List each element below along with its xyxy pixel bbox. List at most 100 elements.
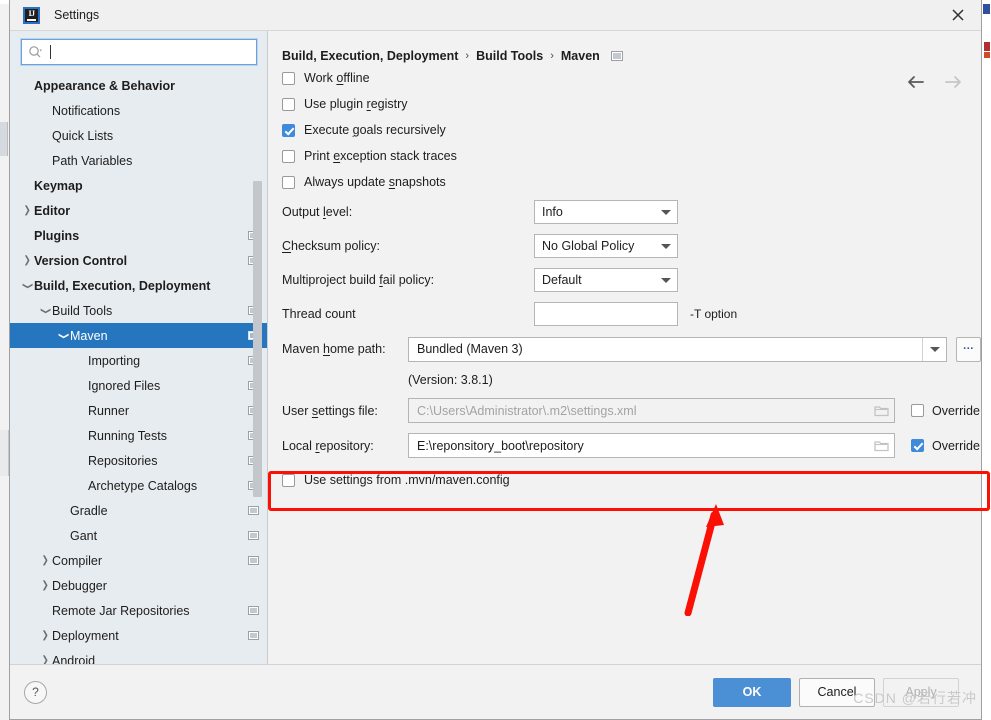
chevron-right-icon[interactable]: ❯	[20, 255, 34, 266]
sidebar-item-path-variables[interactable]: Path Variables	[10, 148, 267, 173]
sidebar-item-label: Android	[52, 653, 96, 665]
intellij-logo-text: IJ	[28, 9, 35, 18]
sidebar-item-quick-lists[interactable]: Quick Lists	[10, 123, 267, 148]
checkbox-label-post: oals recursively	[359, 123, 446, 137]
thread-count-input[interactable]	[534, 302, 678, 326]
apply-button: Apply	[883, 677, 959, 707]
chevron-right-icon[interactable]: ❯	[38, 630, 52, 641]
sidebar-item-remote-jar-repositories[interactable]: Remote Jar Repositories	[10, 598, 267, 623]
checksum-policy-select[interactable]: No Global Policy	[534, 234, 678, 258]
checkbox-row-execute-goals-recursively[interactable]: Execute goals recursively	[268, 117, 981, 143]
help-button[interactable]: ?	[24, 680, 47, 704]
chevron-right-icon[interactable]: ❯	[38, 655, 52, 664]
sidebar-item-debugger[interactable]: ❯ Debugger	[10, 573, 267, 598]
maven-home-browse-button[interactable]: ...	[956, 336, 981, 362]
breadcrumb-separator-2: ›	[550, 50, 554, 62]
user-settings-file-field[interactable]: C:\Users\Administrator\.m2\settings.xml	[408, 398, 895, 423]
footer-button-group: OK Cancel Apply	[713, 677, 959, 707]
sidebar-item-version-control[interactable]: ❯ Version Control	[10, 248, 267, 273]
sidebar-item-build-execution-deployment[interactable]: ❯ Build, Execution, Deployment	[10, 273, 267, 298]
checkbox-row-always-update-snapshots[interactable]: Always update snapshots	[268, 169, 981, 195]
sidebar-item-label: Running Tests	[88, 428, 167, 443]
sidebar-item-android[interactable]: ❯ Android	[10, 648, 267, 665]
user-settings-override-checkbox[interactable]	[911, 404, 924, 417]
multiproject-value: Default	[542, 273, 582, 287]
sidebar-item-keymap[interactable]: Keymap	[10, 173, 267, 198]
maven-home-path-select[interactable]: Bundled (Maven 3)	[408, 336, 947, 362]
sidebar-item-archetype-catalogs[interactable]: Archetype Catalogs	[10, 473, 267, 498]
checkbox-row-work-offline[interactable]: Work offline	[268, 65, 981, 91]
sidebar-item-label: Archetype Catalogs	[88, 478, 198, 493]
back-button[interactable]	[906, 75, 926, 89]
breadcrumb-part-3[interactable]: Maven	[561, 49, 600, 63]
sidebar-item-label: Repositories	[88, 453, 158, 468]
background-marker-blue	[983, 4, 990, 14]
checkbox-work-offline[interactable]	[282, 71, 295, 85]
chevron-down-icon[interactable]: ❯	[20, 281, 34, 291]
ok-button[interactable]: OK	[713, 677, 791, 707]
chevron-down-icon[interactable]: ❯	[56, 331, 70, 341]
multiproject-fail-policy-select[interactable]: Default	[534, 268, 678, 292]
checkbox-execute-goals-recursively[interactable]	[282, 123, 295, 137]
sidebar-item-deployment[interactable]: ❯ Deployment	[10, 623, 267, 648]
forward-button[interactable]	[943, 75, 963, 89]
cancel-button[interactable]: Cancel	[799, 677, 875, 707]
breadcrumb-separator-1: ›	[465, 50, 470, 62]
local-repository-override-toggle[interactable]: Override	[911, 439, 980, 453]
local-repository-override-checkbox[interactable]	[911, 439, 924, 452]
checkbox-label-mnemonic: g	[352, 123, 360, 137]
user-settings-override-toggle[interactable]: Override	[911, 404, 980, 418]
sidebar-item-repositories[interactable]: Repositories	[10, 448, 267, 473]
sidebar-item-ignored-files[interactable]: Ignored Files	[10, 373, 267, 398]
chevron-right-icon[interactable]: ❯	[38, 580, 52, 591]
search-box[interactable]	[20, 38, 258, 66]
search-input[interactable]	[51, 43, 250, 61]
settings-dialog-screen: IJ Settings Appearance & Behavior Notifi…	[0, 0, 991, 720]
local-repository-browse-button[interactable]	[868, 434, 894, 457]
mvn-config-label: Use settings from .mvn/maven.config	[304, 473, 510, 487]
sidebar-scrollbar[interactable]	[253, 181, 262, 497]
chevron-down-icon[interactable]: ❯	[38, 306, 52, 316]
chevron-right-icon[interactable]: ❯	[38, 555, 52, 566]
user-settings-override-label: Override	[932, 403, 980, 418]
breadcrumb-part-2[interactable]: Build Tools	[476, 49, 543, 63]
sidebar-item-appearance-behavior[interactable]: Appearance & Behavior	[10, 73, 267, 98]
sidebar-item-label: Compiler	[52, 553, 103, 568]
checkbox-label-use-plugin-registry: Use plugin registry	[304, 97, 408, 111]
sidebar-item-gant[interactable]: Gant	[10, 523, 267, 548]
multiproject-fail-policy-row: Multiproject build fail policy: Default	[268, 263, 981, 297]
sidebar-item-runner[interactable]: Runner	[10, 398, 267, 423]
mvn-config-row[interactable]: Use settings from .mvn/maven.config	[268, 467, 981, 493]
close-button[interactable]	[935, 0, 981, 30]
user-settings-browse-button[interactable]	[868, 399, 894, 422]
chevron-right-icon[interactable]: ❯	[20, 205, 34, 216]
sidebar-item-importing[interactable]: Importing	[10, 348, 267, 373]
local-repository-field[interactable]: E:\reponsitory_boot\repository	[408, 433, 895, 458]
checkbox-print-exception-stack-traces[interactable]	[282, 149, 295, 163]
checkbox-row-print-exception-stack-traces[interactable]: Print exception stack traces	[268, 143, 981, 169]
checkbox-row-use-plugin-registry[interactable]: Use plugin registry	[268, 91, 981, 117]
user-settings-file-label: User settings file:	[282, 404, 408, 418]
sidebar-item-build-tools[interactable]: ❯ Build Tools	[10, 298, 267, 323]
sidebar-item-compiler[interactable]: ❯ Compiler	[10, 548, 267, 573]
checksum-label-post: hecksum policy:	[291, 239, 380, 253]
checkbox-use-plugin-registry[interactable]	[282, 97, 295, 111]
sidebar-item-editor[interactable]: ❯ Editor	[10, 198, 267, 223]
background-marker-red	[984, 42, 990, 51]
breadcrumb-part-1[interactable]: Build, Execution, Deployment	[282, 49, 458, 63]
intellij-logo-icon: IJ	[23, 6, 40, 24]
sidebar-item-label: Deployment	[52, 628, 119, 643]
mvn-config-checkbox[interactable]	[282, 473, 295, 487]
search-icon	[28, 45, 43, 59]
settings-dialog: IJ Settings Appearance & Behavior Notifi…	[9, 0, 990, 720]
sidebar-item-maven[interactable]: ❯ Maven	[10, 323, 267, 348]
checkbox-always-update-snapshots[interactable]	[282, 175, 295, 189]
sidebar-item-plugins[interactable]: Plugins	[10, 223, 267, 248]
output-level-select[interactable]: Info	[534, 200, 678, 224]
sidebar-item-label: Build, Execution, Deployment	[34, 278, 211, 293]
sidebar-item-notifications[interactable]: Notifications	[10, 98, 267, 123]
sidebar-item-gradle[interactable]: Gradle	[10, 498, 267, 523]
sidebar-item-running-tests[interactable]: Running Tests	[10, 423, 267, 448]
user-settings-file-row: User settings file: C:\Users\Administrat…	[268, 393, 981, 428]
checksum-policy-label: Checksum policy:	[282, 239, 534, 253]
